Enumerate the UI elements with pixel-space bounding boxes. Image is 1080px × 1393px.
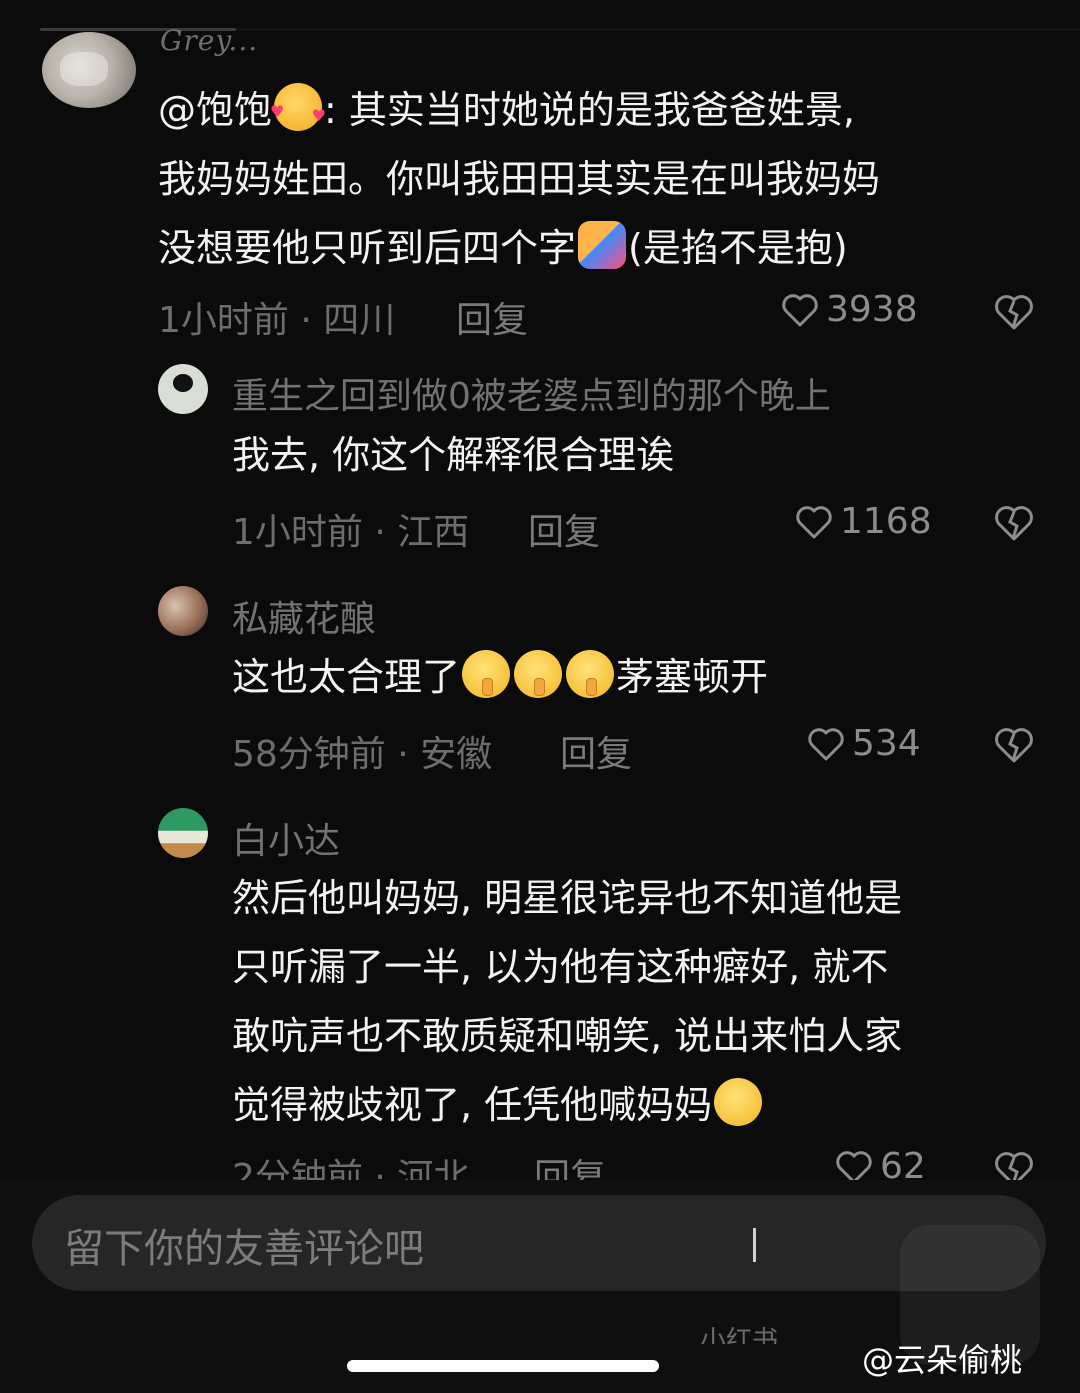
- comment-line: 没想要他只听到后四个字 (是掐不是抱): [158, 214, 1038, 283]
- broken-heart-icon[interactable]: [992, 502, 1036, 544]
- comment-line: 我妈妈姓田。你叫我田田其实是在叫我妈妈: [158, 157, 881, 201]
- comment-text: 然后他叫妈妈, 明星很诧异也不知道他是 只听漏了一半, 以为他有这种癖好, 就不…: [232, 864, 1052, 1140]
- watermark: @云朵偷桃: [862, 1341, 1023, 1379]
- divider: [236, 29, 1080, 30]
- commenter-name[interactable]: Grey...: [160, 24, 258, 57]
- like-count: 1168: [840, 501, 932, 542]
- shush-emoji: [566, 650, 615, 698]
- like-count: 3938: [826, 289, 918, 330]
- heart-icon: [782, 293, 818, 326]
- comment-line-text: : 其实当时她说的是我爸爸姓景,: [324, 88, 855, 132]
- comment-text: 这也太合理了 茅塞顿开: [232, 643, 768, 712]
- reply-button[interactable]: 回复: [560, 725, 632, 777]
- like-button[interactable]: 62: [834, 1150, 926, 1180]
- comment-meta: 1小时前 · 四川: [158, 300, 396, 341]
- commenter-name[interactable]: 私藏花酿: [232, 590, 376, 642]
- reply-button[interactable]: 回复: [528, 503, 600, 555]
- app-label: 小红书: [700, 1326, 779, 1344]
- comment-input-placeholder[interactable]: 留下你的友善评论吧: [64, 1216, 424, 1274]
- comment-line-text: (是掐不是抱): [628, 226, 848, 270]
- comment-line-text: 这也太合理了: [232, 655, 461, 699]
- comment-line: 敢吭声也不敢质疑和嘲笑, 说出来怕人家: [232, 1014, 903, 1058]
- avatar[interactable]: [158, 364, 208, 414]
- comment-meta: 1小时前 · 江西: [232, 512, 470, 553]
- hug-emoji: [578, 221, 627, 269]
- comment-line: 只听漏了一半, 以为他有这种癖好, 就不: [232, 945, 889, 989]
- avatar[interactable]: [158, 586, 208, 636]
- commenter-name[interactable]: 白小达: [232, 812, 340, 864]
- heart-icon: [796, 505, 832, 538]
- broken-heart-icon[interactable]: [992, 724, 1036, 766]
- avatar[interactable]: [42, 32, 136, 108]
- reply-button[interactable]: 回复: [534, 1150, 606, 1180]
- like-count: 534: [852, 723, 921, 764]
- shush-emoji: [514, 650, 563, 698]
- comment-line-text: 茅塞顿开: [616, 655, 769, 699]
- comment-line: 觉得被歧视了, 任凭他喊妈妈: [232, 1071, 1052, 1140]
- avatar[interactable]: [158, 808, 208, 858]
- blush-emoji: [270, 77, 326, 150]
- mention-link[interactable]: @饱饱: [158, 88, 272, 132]
- clipped-meta-row: 2分钟前 · 河北 回复 62: [0, 1150, 1080, 1180]
- broken-heart-icon[interactable]: [992, 1150, 1036, 1180]
- broken-heart-icon[interactable]: [992, 291, 1036, 333]
- heart-icon: [808, 727, 844, 760]
- commenter-name[interactable]: 重生之回到做0被老婆点到的那个晚上: [232, 367, 831, 419]
- like-button[interactable]: 534: [806, 723, 921, 764]
- reply-button[interactable]: 回复: [456, 291, 528, 343]
- like-button[interactable]: 3938: [780, 289, 918, 330]
- shush-emoji: [462, 650, 511, 698]
- comment-line-text: 没想要他只听到后四个字: [158, 226, 577, 270]
- home-indicator[interactable]: [347, 1360, 659, 1372]
- face-emoji: [714, 1078, 763, 1126]
- comment-text: 我去, 你这个解释很合理诶: [232, 433, 675, 477]
- comment-text: @饱饱: 其实当时她说的是我爸爸姓景, 我妈妈姓田。你叫我田田其实是在叫我妈妈 …: [158, 76, 1038, 283]
- like-count: 62: [880, 1150, 926, 1180]
- like-button[interactable]: 1168: [794, 501, 932, 542]
- comment-line-text: 觉得被歧视了, 任凭他喊妈妈: [232, 1083, 713, 1127]
- comment-meta: 2分钟前 · 河北: [232, 1157, 470, 1180]
- comment-line: @饱饱 : 其实当时她说的是我爸爸姓景,: [158, 76, 1038, 150]
- text-caret: [753, 1228, 756, 1262]
- comment-meta: 58分钟前 · 安徽: [232, 734, 493, 775]
- heart-icon: [836, 1150, 872, 1180]
- comment-line: 然后他叫妈妈, 明星很诧异也不知道他是: [232, 876, 903, 920]
